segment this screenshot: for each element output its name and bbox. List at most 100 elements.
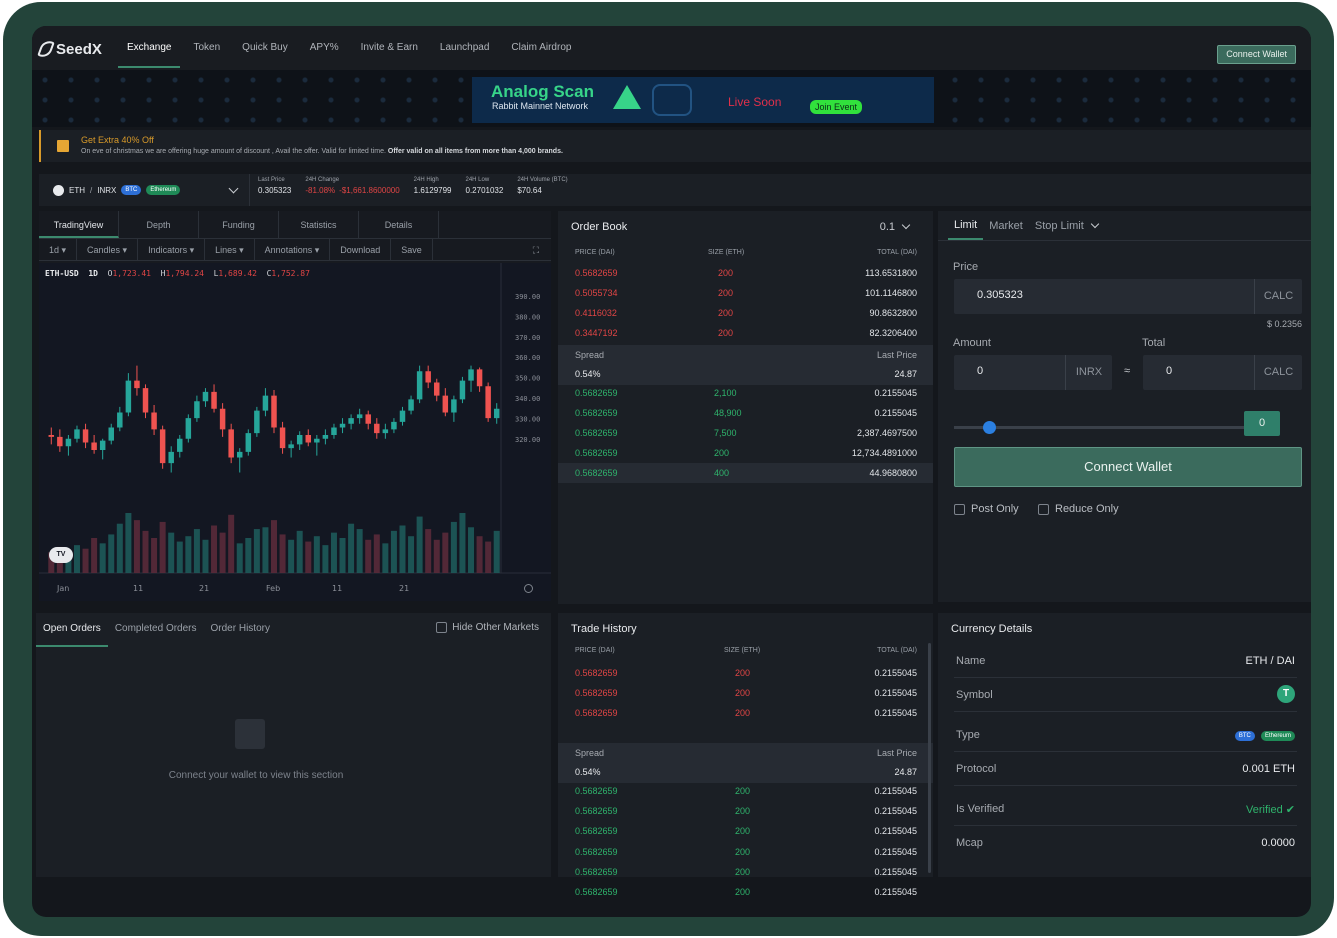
currency-type-row: Type BTC Ethereum <box>954 718 1297 752</box>
tab-depth[interactable]: Depth <box>119 211 199 238</box>
download-button[interactable]: Download <box>330 239 392 260</box>
tab-details[interactable]: Details <box>359 211 439 238</box>
size-cell: 200 <box>718 268 734 278</box>
reduce-only-checkbox[interactable]: Reduce Only <box>1038 503 1119 515</box>
indicators-dropdown[interactable]: Indicators ▾ <box>138 239 206 260</box>
last-price-label: Last Price <box>876 350 917 360</box>
connect-wallet-button[interactable]: Connect Wallet <box>954 447 1302 487</box>
amount-slider-track[interactable] <box>954 426 1244 429</box>
table-row[interactable]: 0.5682659 7,500 2,387.4697500 <box>558 423 933 443</box>
currency-details-title: Currency Details <box>951 623 1033 635</box>
header-size: SIZE (ETH) <box>708 249 745 256</box>
total-cell: 44.9680800 <box>869 468 917 478</box>
table-row[interactable]: 0.5682659 200 0.2155045 <box>558 703 933 723</box>
table-row[interactable]: 0.5682659 200 0.2155045 <box>558 862 933 882</box>
nav-link-launchpad[interactable]: Launchpad <box>429 26 501 70</box>
table-row[interactable]: 0.5682659 200 0.2155045 <box>558 781 933 801</box>
size-cell: 200 <box>735 826 751 837</box>
nav-link-token[interactable]: Token <box>182 26 231 70</box>
tab-open-orders[interactable]: Open Orders <box>36 613 108 647</box>
nav-link-exchange[interactable]: Exchange <box>116 26 182 70</box>
size-cell: 200 <box>735 887 751 897</box>
table-row[interactable]: 0.5682659 200 0.2155045 <box>558 882 933 902</box>
name-label: Name <box>956 655 986 667</box>
amount-input[interactable]: 0 INRX <box>954 355 1112 390</box>
x-tick-label: Jan <box>56 584 69 593</box>
gear-icon[interactable] <box>524 584 533 593</box>
table-row[interactable]: 0.5682659 48,900 0.2155045 <box>558 403 933 423</box>
precision-dropdown[interactable]: 0.1 <box>880 220 911 233</box>
size-cell: 200 <box>718 328 734 338</box>
candle <box>459 380 466 400</box>
price-input[interactable]: 0.305323 CALC <box>954 279 1302 314</box>
tab-completed-orders[interactable]: Completed Orders <box>108 613 204 647</box>
connect-wallet-button-top[interactable]: Connect Wallet <box>1217 45 1296 64</box>
tab-limit[interactable]: Limit <box>948 211 984 240</box>
header-price: PRICE (DAI) <box>575 249 615 256</box>
scrollbar[interactable] <box>928 643 931 873</box>
join-event-button[interactable]: Join Event <box>810 100 863 114</box>
volume-bar <box>73 545 80 573</box>
total-input[interactable]: 0 CALC <box>1143 355 1302 390</box>
tab-stop-limit[interactable]: Stop Limit <box>1029 211 1104 240</box>
nav-link-claim-airdrop[interactable]: Claim Airdrop <box>500 26 582 70</box>
tab-market[interactable]: Market <box>983 211 1029 240</box>
total-cell: 82.3206400 <box>869 328 917 338</box>
total-cell: 0.2155045 <box>874 688 917 698</box>
table-row[interactable]: 0.5682659 200 0.2155045 <box>558 801 933 821</box>
price-cell: 0.5682659 <box>575 428 618 438</box>
table-row[interactable]: 0.5682659 400 44.9680800 <box>558 463 933 483</box>
ad-banner[interactable]: Analog Scan Rabbit Mainnet Network Live … <box>472 77 934 123</box>
candle <box>74 429 80 439</box>
nav-link-quick-buy[interactable]: Quick Buy <box>231 26 299 70</box>
table-row[interactable]: 0.5055734 200 101.1146800 <box>558 283 933 303</box>
ethereum-badge: Ethereum <box>1260 731 1295 741</box>
volume-bar <box>116 523 123 573</box>
nav-link-apy[interactable]: APY% <box>299 26 350 70</box>
hide-other-markets-checkbox[interactable]: Hide Other Markets <box>436 622 539 633</box>
order-type-tabs: Limit Market Stop Limit <box>938 211 1311 241</box>
tradingview-logo-icon[interactable]: TV <box>49 547 73 563</box>
annotations-dropdown[interactable]: Annotations ▾ <box>255 239 331 260</box>
candles-dropdown[interactable]: Candles ▾ <box>77 239 139 260</box>
table-row[interactable]: 0.3447192 200 82.3206400 <box>558 323 933 343</box>
volume-bar <box>279 534 286 573</box>
save-button[interactable]: Save <box>391 239 433 260</box>
post-only-checkbox[interactable]: Post Only <box>954 503 1019 515</box>
size-cell: 200 <box>735 708 751 718</box>
size-cell: 200 <box>718 308 734 318</box>
tab-tradingview[interactable]: TradingView <box>39 211 119 238</box>
nav-link-invite-earn[interactable]: Invite & Earn <box>350 26 429 70</box>
candle <box>305 435 312 443</box>
protocol-label: Protocol <box>956 763 997 775</box>
table-row[interactable]: 0.5682659 200 0.2155045 <box>558 821 933 841</box>
total-cell: 0.2155045 <box>874 806 917 817</box>
chart-tabs: TradingView Depth Funding Statistics Det… <box>39 211 551 239</box>
lines-dropdown[interactable]: Lines ▾ <box>205 239 255 260</box>
table-row[interactable]: 0.5682659 200 0.2155045 <box>558 683 933 703</box>
total-calc-button[interactable]: CALC <box>1254 355 1302 390</box>
interval-dropdown[interactable]: 1d ▾ <box>39 239 78 260</box>
trade-history-title: Trade History <box>571 623 637 635</box>
candlestick-chart[interactable]: ETH-USD 1D O1,723.41 H1,794.24 L1,689.42… <box>39 263 551 601</box>
table-row[interactable]: 0.5682659 200 12,734.4891000 <box>558 443 933 463</box>
table-row[interactable]: 0.5682659 200 0.2155045 <box>558 842 933 862</box>
pair-selector[interactable]: ETH / INRX BTC Ethereum <box>45 174 250 206</box>
tab-funding[interactable]: Funding <box>199 211 279 238</box>
tab-statistics[interactable]: Statistics <box>279 211 359 238</box>
table-row[interactable]: 0.5682659 200 0.2155045 <box>558 663 933 683</box>
table-row[interactable]: 0.5682659 2,100 0.2155045 <box>558 383 933 403</box>
table-row[interactable]: 0.4116032 200 90.8632800 <box>558 303 933 323</box>
device-frame: SeedX Exchange Token Quick Buy APY% Invi… <box>3 2 1334 936</box>
y-tick-label: 390.00 <box>515 293 540 301</box>
volume-bar <box>390 530 397 573</box>
expand-icon[interactable]: ⛶ <box>521 239 551 260</box>
tab-order-history[interactable]: Order History <box>204 613 277 647</box>
seedx-logo[interactable]: SeedX <box>37 38 102 60</box>
table-row[interactable]: 0.5682659 200 113.6531800 <box>558 263 933 283</box>
price-calc-button[interactable]: CALC <box>1254 279 1302 314</box>
chart-svg: 390.00 380.00 370.00 360.00 350.00 340.00 330.… <box>39 263 551 593</box>
candle <box>91 442 97 450</box>
amount-slider-handle[interactable] <box>982 421 996 434</box>
size-cell: 200 <box>735 786 751 796</box>
